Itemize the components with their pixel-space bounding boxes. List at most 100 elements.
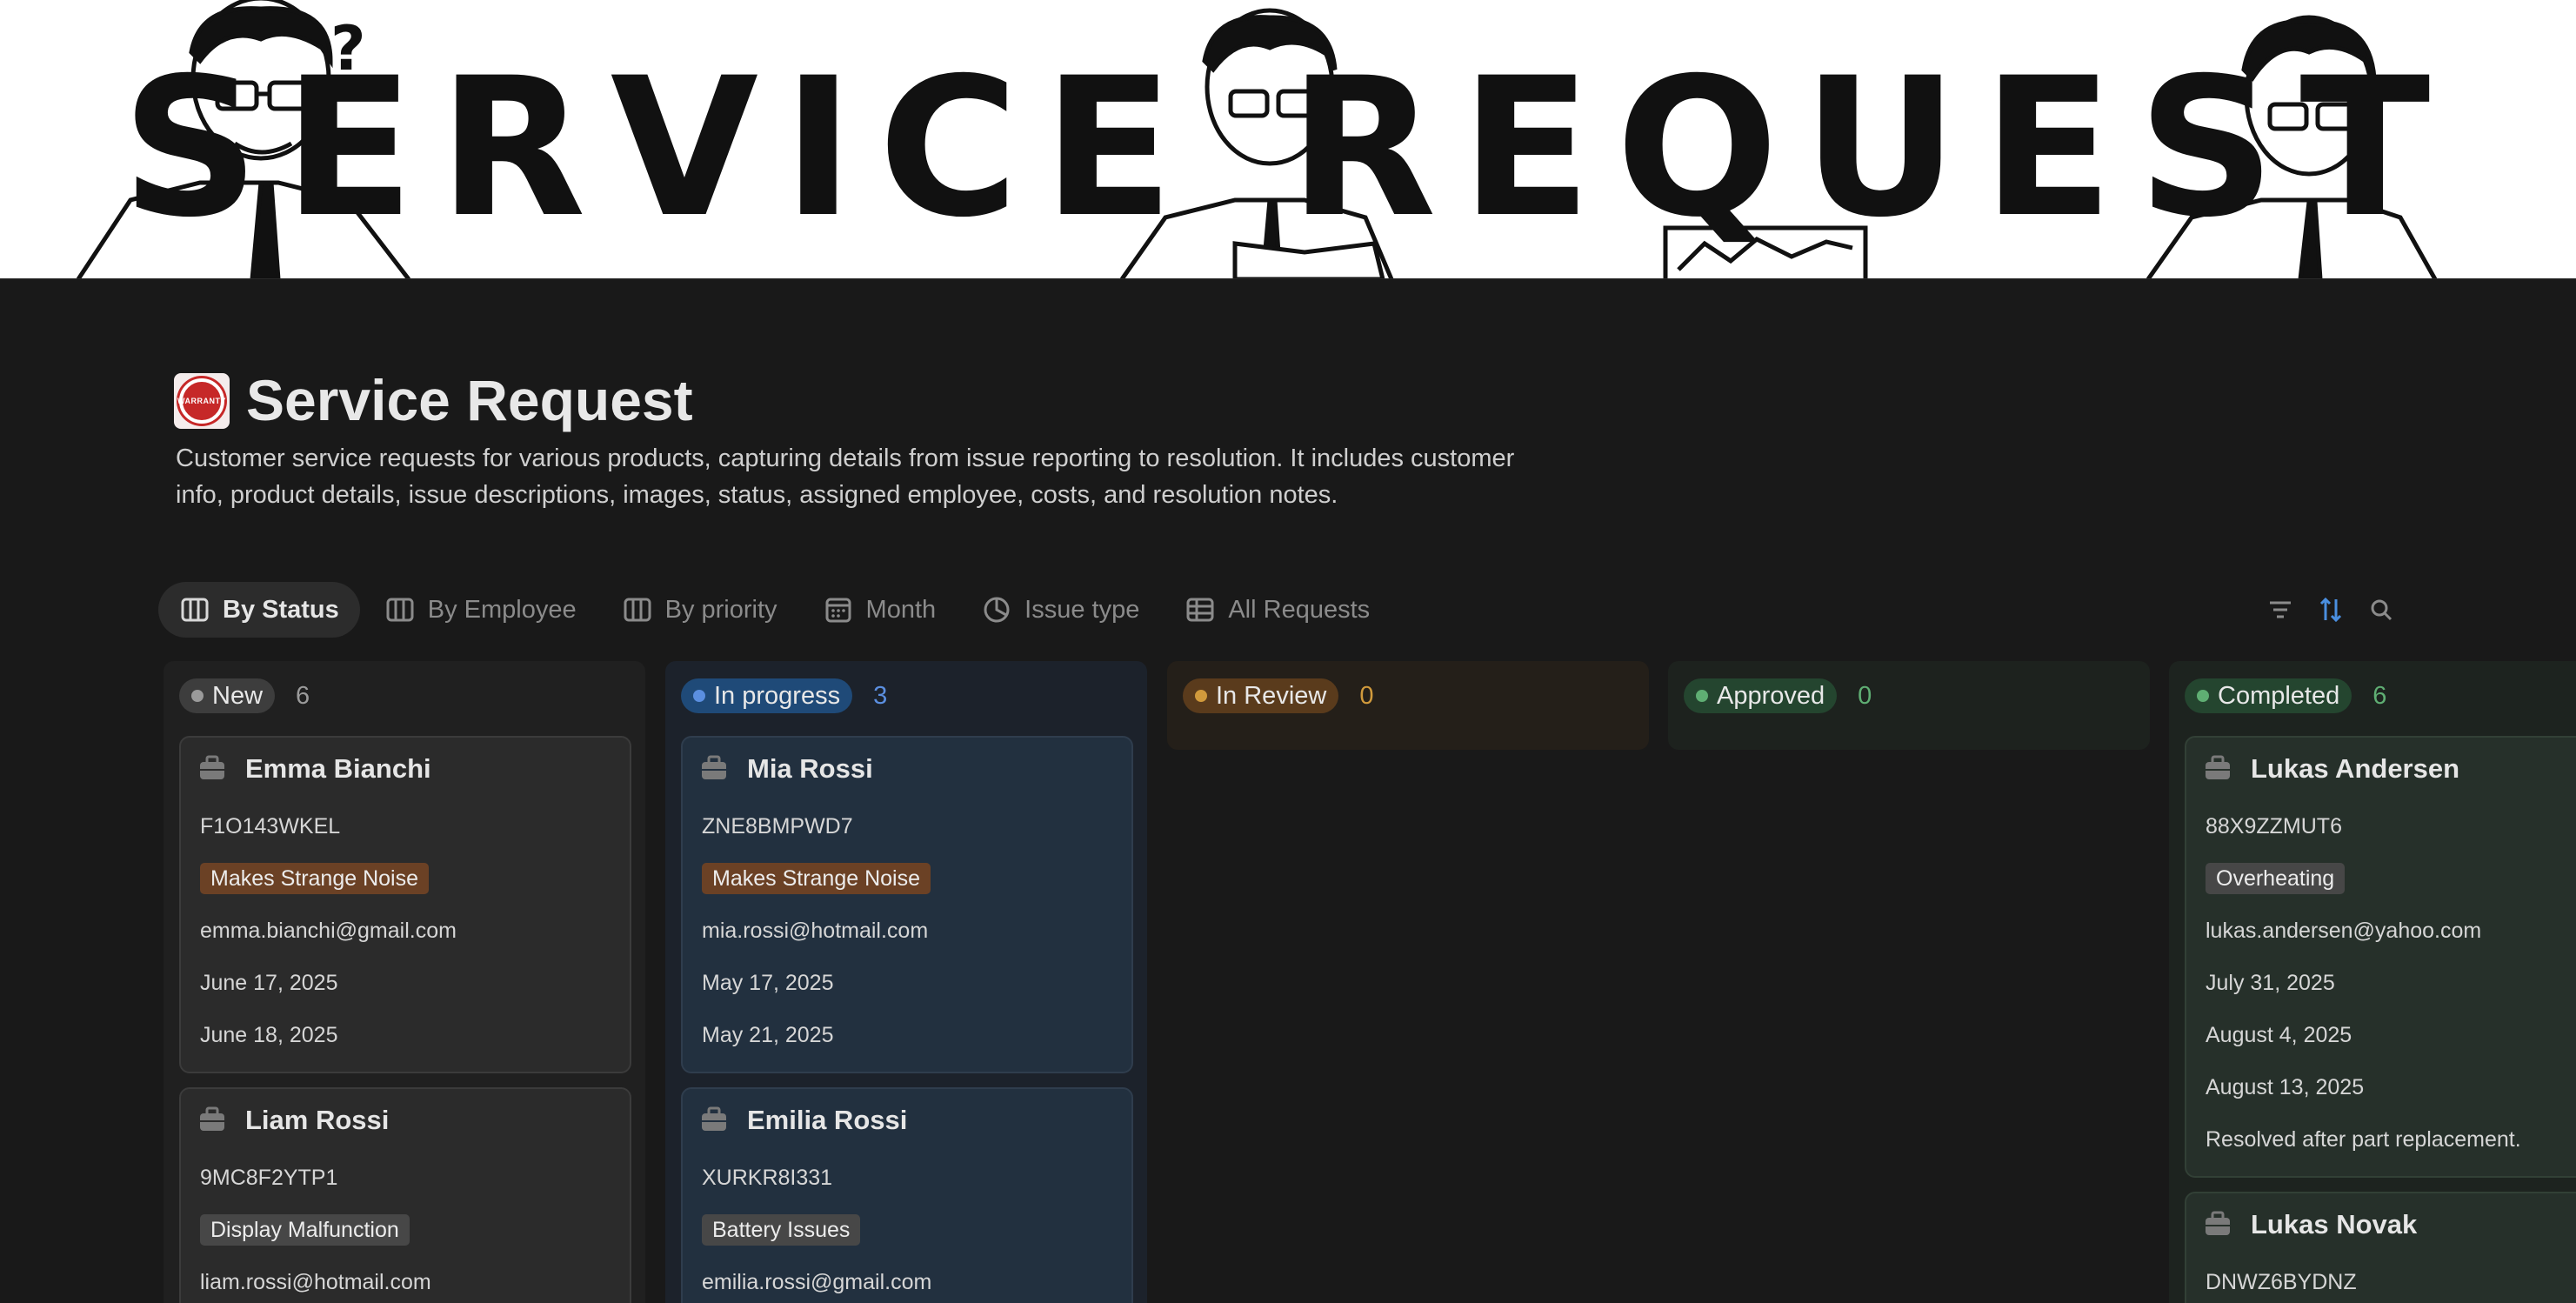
tab-issue-type[interactable]: Issue type (960, 582, 1160, 638)
request-id: XURKR8I331 (702, 1166, 833, 1190)
issue-tag: Battery Issues (702, 1214, 861, 1246)
tab-label: Issue type (1024, 595, 1140, 624)
board-column-new: New 6 Emma Bianchi F1O143WKEL Makes Stra… (164, 661, 645, 1303)
request-date: May 17, 2025 (702, 971, 834, 995)
sort-icon[interactable] (2316, 595, 2346, 625)
board-column-completed: Completed 6 Lukas Andersen 88X9ZZMUT6 Ov… (2169, 661, 2576, 1303)
warranty-seal-logo: WARRANTY (177, 378, 226, 424)
request-date: June 17, 2025 (200, 971, 338, 995)
status-label: In progress (714, 681, 841, 710)
column-count: 6 (2372, 681, 2387, 710)
request-id: 88X9ZZMUT6 (2206, 814, 2342, 839)
board-icon (624, 596, 651, 624)
table-icon (1186, 596, 1214, 624)
tab-by-priority[interactable]: By priority (601, 582, 798, 638)
tab-by-status[interactable]: By Status (158, 582, 360, 638)
request-card[interactable]: Lukas Novak DNWZ6BYDNZ (2185, 1192, 2576, 1303)
customer-email: emma.bianchi@gmail.com (200, 919, 457, 943)
column-header: In progress 3 (681, 678, 887, 713)
board-icon (181, 596, 209, 624)
view-tabs: By Status By Employee By priority Month … (158, 582, 1394, 638)
request-id: ZNE8BMPWD7 (702, 814, 853, 839)
status-badge[interactable]: In progress (681, 678, 853, 713)
status-badge[interactable]: New (179, 678, 276, 713)
customer-name: Lukas Andersen (2251, 753, 2460, 784)
status-dot (693, 690, 705, 702)
request-id: 9MC8F2YTP1 (200, 1166, 338, 1190)
board-column-approved: Approved 0 (1668, 661, 2150, 750)
status-badge[interactable]: Completed (2185, 678, 2352, 713)
briefcase-icon (198, 1106, 226, 1134)
chart-icon (983, 596, 1011, 624)
issue-tag: Makes Strange Noise (200, 863, 430, 894)
status-label: New (212, 681, 264, 710)
card-title: Emma Bianchi (198, 753, 431, 785)
status-badge[interactable]: Approved (1684, 678, 1838, 713)
filter-icon[interactable] (2266, 595, 2295, 625)
search-icon[interactable] (2366, 595, 2396, 625)
briefcase-icon (198, 755, 226, 783)
card-title: Liam Rossi (198, 1105, 389, 1136)
due-date: August 4, 2025 (2206, 1023, 2352, 1047)
cover-banner: ? SERVICE REQUEST (0, 0, 2576, 279)
tab-label: Month (865, 595, 937, 624)
request-card[interactable]: Lukas Andersen 88X9ZZMUT6 Overheating lu… (2185, 736, 2576, 1178)
customer-name: Mia Rossi (747, 753, 873, 784)
customer-email: lukas.andersen@yahoo.com (2206, 919, 2482, 943)
due-date: June 18, 2025 (200, 1023, 338, 1047)
issue-tag: Display Malfunction (200, 1214, 410, 1246)
briefcase-icon (700, 755, 728, 783)
customer-email: liam.rossi@hotmail.com (200, 1270, 431, 1294)
tab-label: All Requests (1228, 595, 1371, 624)
briefcase-icon (700, 1106, 728, 1134)
tab-label: By Status (223, 595, 339, 624)
status-dot (191, 690, 204, 702)
request-card[interactable]: Liam Rossi 9MC8F2YTP1 Display Malfunctio… (179, 1087, 631, 1303)
tab-by-employee[interactable]: By Employee (364, 582, 597, 638)
customer-name: Emilia Rossi (747, 1105, 908, 1135)
issue-tag: Overheating (2206, 863, 2346, 894)
request-card[interactable]: Emma Bianchi F1O143WKEL Makes Strange No… (179, 736, 631, 1073)
tab-all-requests[interactable]: All Requests (1164, 582, 1391, 638)
calendar-icon (824, 596, 852, 624)
column-header: Approved 0 (1684, 678, 1872, 713)
status-label: Completed (2218, 681, 2340, 710)
board-column-in-review: In Review 0 (1167, 661, 1649, 750)
page-description: Customer service requests for various pr… (176, 444, 1515, 509)
request-id: F1O143WKEL (200, 814, 341, 839)
column-count: 0 (1858, 681, 1872, 710)
tab-month[interactable]: Month (802, 582, 958, 638)
status-label: In Review (1216, 681, 1327, 710)
briefcase-icon (2204, 755, 2232, 783)
card-title: Mia Rossi (700, 753, 873, 785)
column-header: New 6 (179, 678, 310, 713)
request-card[interactable]: Mia Rossi ZNE8BMPWD7 Makes Strange Noise… (681, 736, 1133, 1073)
column-count: 6 (296, 681, 310, 710)
status-dot (2197, 690, 2209, 702)
card-title: Emilia Rossi (700, 1105, 907, 1136)
customer-name: Lukas Novak (2251, 1209, 2418, 1240)
page-title: Service Request (246, 368, 693, 432)
column-header: In Review 0 (1183, 678, 1373, 713)
board-icon (386, 596, 414, 624)
request-date: July 31, 2025 (2206, 971, 2335, 995)
column-count: 0 (1359, 681, 1374, 710)
status-dot (1696, 690, 1708, 702)
resolved-date: August 13, 2025 (2206, 1075, 2365, 1099)
banner-title: SERVICE REQUEST (121, 37, 2455, 259)
request-card[interactable]: Emilia Rossi XURKR8I331 Battery Issues e… (681, 1087, 1133, 1303)
customer-email: emilia.rossi@gmail.com (702, 1270, 932, 1294)
status-label: Approved (1717, 681, 1825, 710)
tab-label: By priority (664, 595, 777, 624)
customer-name: Liam Rossi (245, 1105, 390, 1135)
customer-name: Emma Bianchi (245, 753, 431, 784)
warranty-seal-icon[interactable]: WARRANTY (174, 373, 230, 429)
column-header: Completed 6 (2185, 678, 2386, 713)
status-dot (1195, 690, 1207, 702)
request-id: DNWZ6BYDNZ (2206, 1270, 2357, 1294)
tab-label: By Employee (427, 595, 577, 624)
customer-email: mia.rossi@hotmail.com (702, 919, 929, 943)
resolution-note: Resolved after part replacement. (2206, 1127, 2521, 1152)
card-title: Lukas Novak (2204, 1209, 2417, 1240)
status-badge[interactable]: In Review (1183, 678, 1339, 713)
